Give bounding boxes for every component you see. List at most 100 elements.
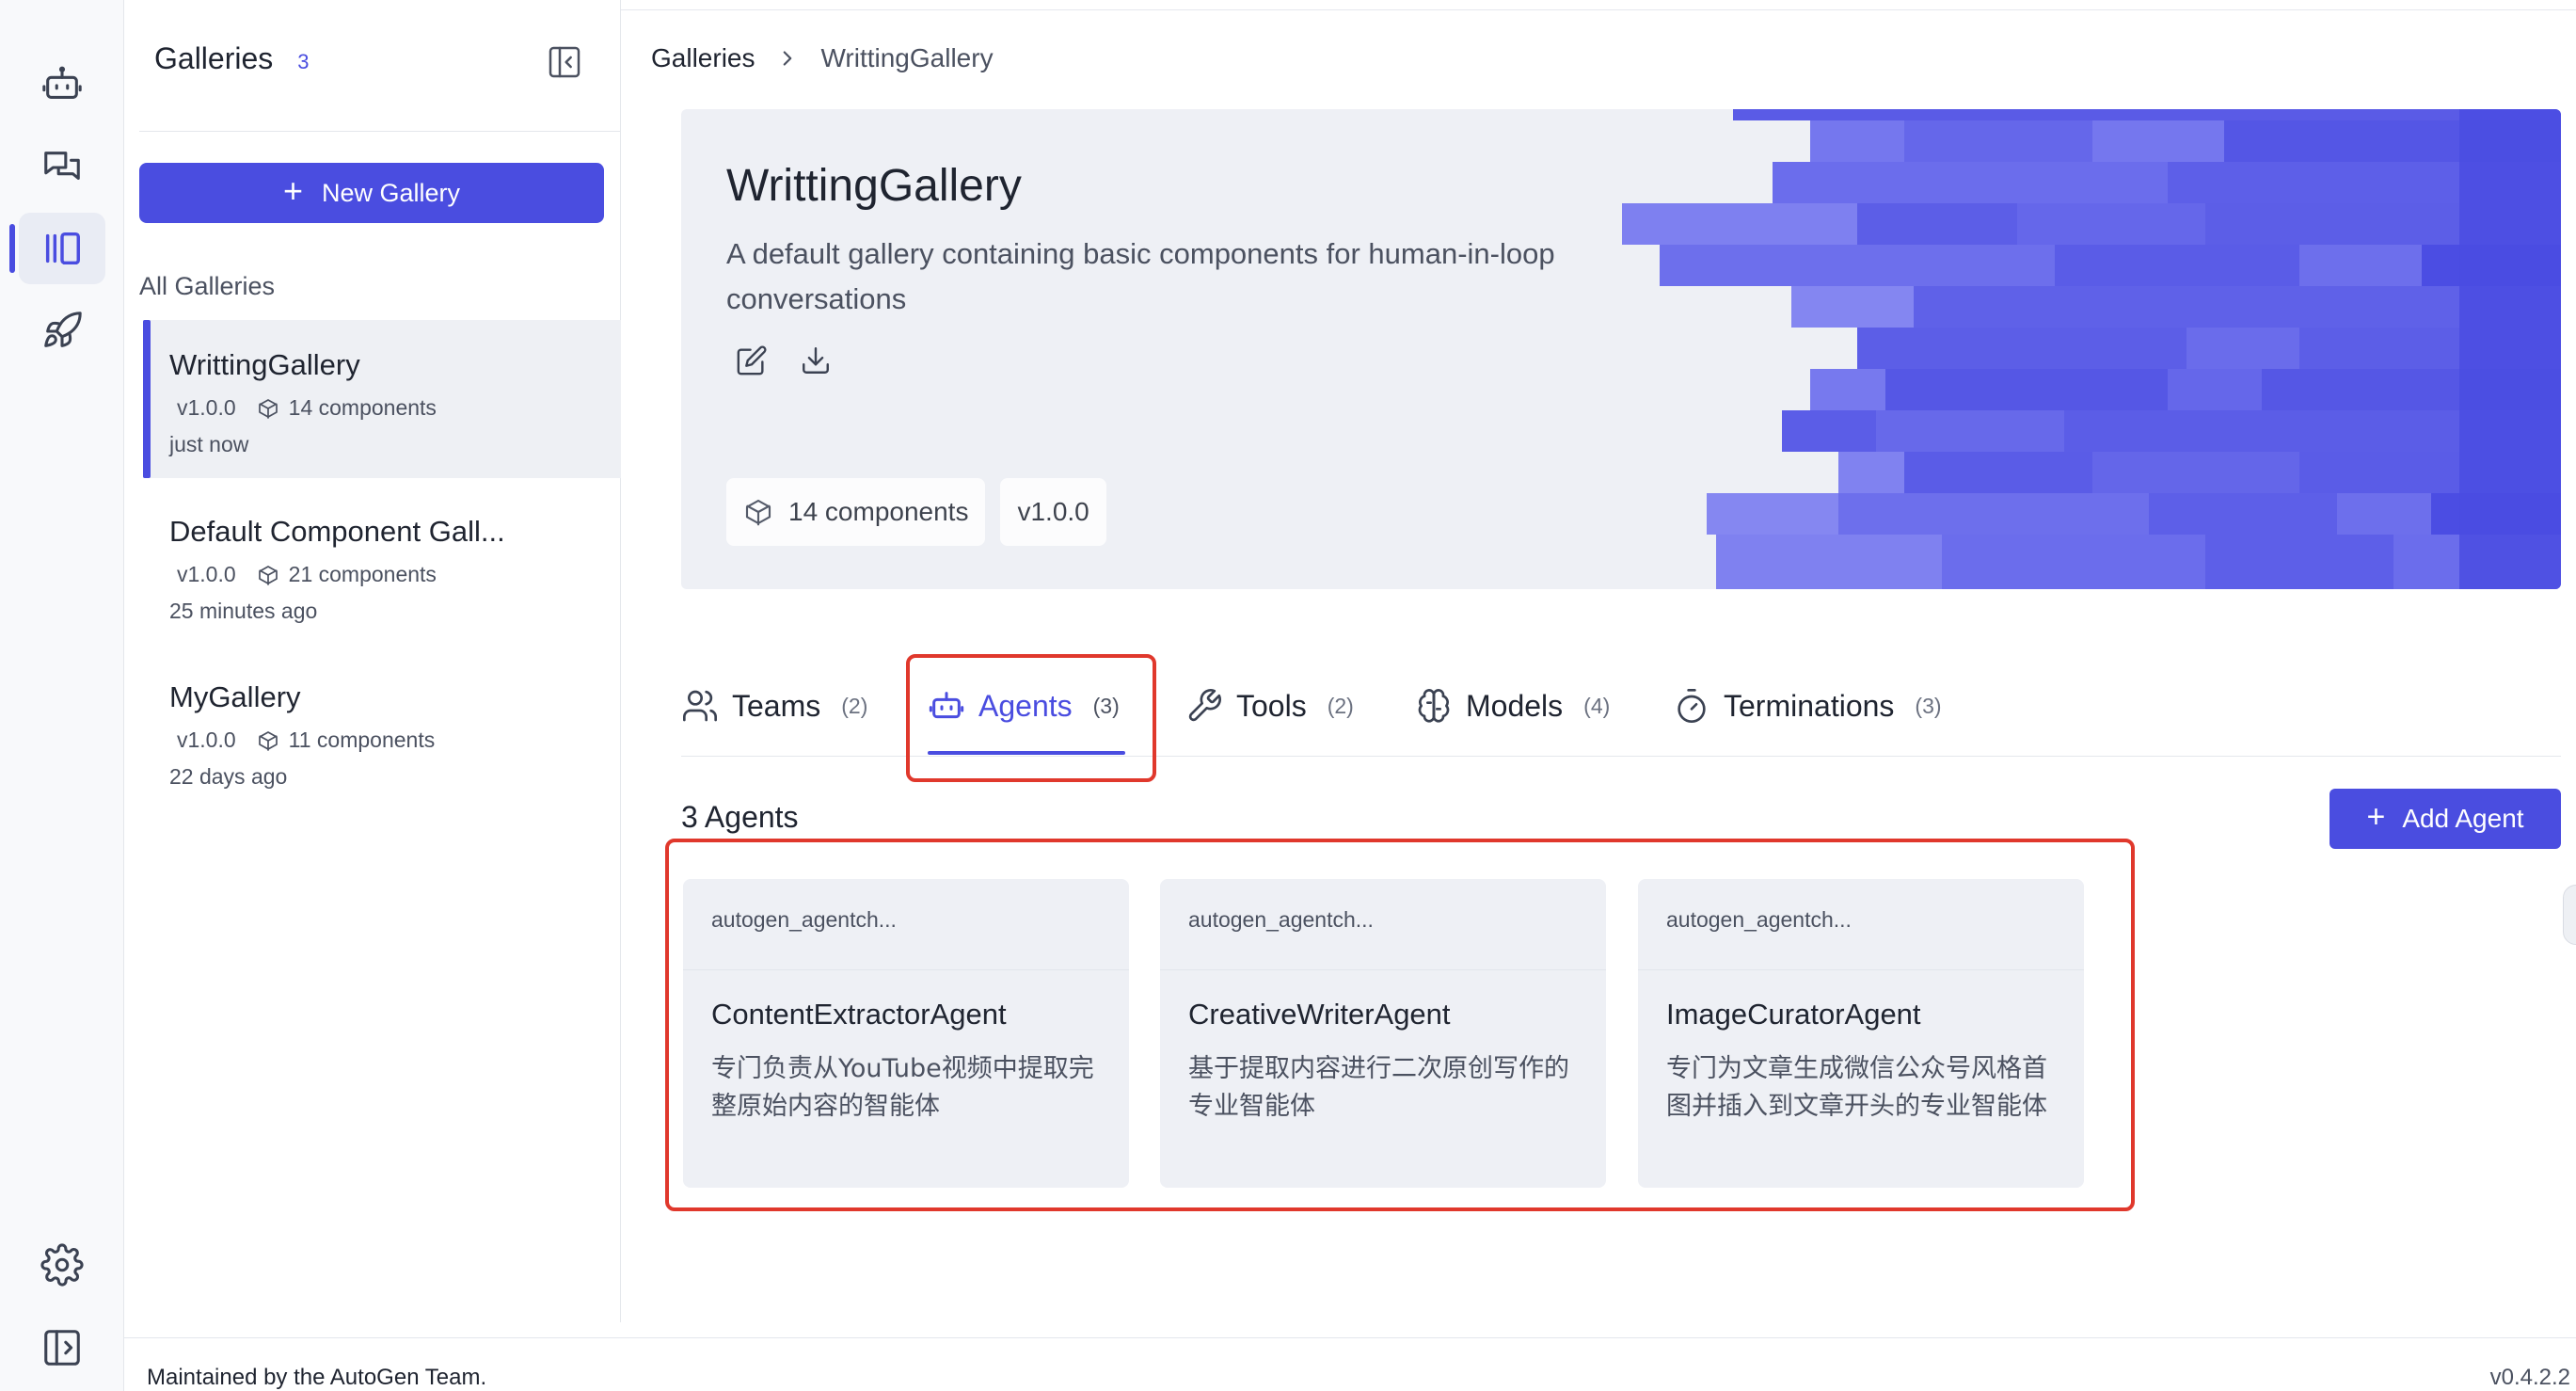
- edit-icon[interactable]: [736, 344, 768, 376]
- card-divider: [683, 969, 1129, 970]
- version-tag-text: v1.0.0: [1017, 497, 1089, 526]
- tab-teams[interactable]: Teams (2): [681, 687, 867, 725]
- agent-card[interactable]: autogen_agentch... ImageCuratorAgent 专门为…: [1638, 879, 2084, 1188]
- side-scroll-handle[interactable]: [2563, 885, 2576, 945]
- agent-description: 专门负责从YouTube视频中提取完整原始内容的智能体: [711, 1054, 1094, 1121]
- agent-description: 基于提取内容进行二次原创写作的专业智能体: [1188, 1054, 1569, 1121]
- card-divider: [1160, 969, 1606, 970]
- add-agent-label: Add Agent: [2402, 804, 2524, 833]
- breadcrumb-current: WrittingGallery: [820, 43, 994, 72]
- package-icon: [745, 499, 771, 526]
- gallery-updated: just now: [169, 432, 249, 456]
- tab-tools[interactable]: Tools (2): [1185, 687, 1354, 725]
- sidebar-divider: [139, 131, 620, 132]
- gallery-components: 11 components: [257, 727, 436, 753]
- agents-heading: 3 Agents: [681, 800, 799, 834]
- gallery-banner: WrittingGallery A default gallery contai…: [681, 109, 2561, 589]
- icon-rail: [0, 0, 124, 1391]
- gallery-item-writting[interactable]: WrittingGallery v1.0.0 14 components jus…: [143, 320, 621, 478]
- deploy-rocket-icon: [44, 312, 82, 347]
- gallery-meta: v1.0.0 21 components: [169, 562, 621, 587]
- tab-models[interactable]: Models (4): [1415, 687, 1610, 725]
- timer-icon: [1678, 689, 1706, 723]
- gallery-description: A default gallery containing basic compo…: [726, 237, 1555, 315]
- footer: Maintained by the AutoGen Team. v0.4.2.2: [124, 1337, 2576, 1391]
- rail-chat-button[interactable]: [19, 132, 105, 203]
- rail-deploy-button[interactable]: [19, 296, 105, 367]
- components-tag-text: 14 components: [788, 497, 969, 526]
- download-icon[interactable]: [800, 344, 832, 376]
- gallery-updated: 22 days ago: [169, 764, 288, 789]
- card-divider: [1638, 969, 2084, 970]
- components-tag: 14 components: [726, 478, 986, 546]
- app-version: v0.4.2.2: [2489, 1365, 2570, 1390]
- agent-name: CreativeWriterAgent: [1188, 998, 1451, 1031]
- gallery-name: MyGallery: [169, 680, 301, 713]
- breadcrumb-root[interactable]: Galleries: [651, 43, 755, 73]
- tab-count: (2): [1327, 693, 1354, 718]
- gallery-item-default[interactable]: Default Component Gall... v1.0.0 21 comp…: [143, 487, 621, 645]
- agent-card[interactable]: autogen_agentch... CreativeWriterAgent 基…: [1160, 879, 1606, 1188]
- breadcrumb: Galleries WrittingGallery: [651, 43, 994, 73]
- tab-label: Models: [1466, 688, 1564, 723]
- footer-credit: Maintained by the AutoGen Team.: [147, 1365, 487, 1390]
- plus-icon: +: [2366, 799, 2386, 835]
- rail-expand-button[interactable]: [19, 1312, 105, 1383]
- gallery-components-text: 21 components: [288, 562, 437, 586]
- sidebar-header: Galleries 3: [154, 41, 310, 76]
- gallery-components-text: 14 components: [288, 395, 437, 420]
- gallery-icon: [45, 232, 80, 265]
- tab-label: Teams: [732, 688, 821, 723]
- agent-card[interactable]: autogen_agentch... ContentExtractorAgent…: [683, 879, 1129, 1188]
- gallery-updated: 25 minutes ago: [169, 599, 318, 623]
- chevron-right-icon: [784, 51, 792, 66]
- agent-provider: autogen_agentch...: [1188, 907, 1374, 932]
- new-gallery-button[interactable]: + New Gallery: [139, 163, 604, 223]
- gallery-tags: 14 components v1.0.0: [726, 478, 1106, 546]
- collapse-sidebar-icon[interactable]: [546, 43, 583, 81]
- gallery-meta: v1.0.0 11 components: [169, 727, 621, 753]
- gallery-version: v1.0.0: [177, 727, 236, 752]
- tab-count: (4): [1583, 693, 1611, 718]
- all-galleries-label: All Galleries: [139, 272, 276, 300]
- tab-label: Tools: [1236, 688, 1307, 723]
- agent-provider: autogen_agentch...: [711, 907, 897, 932]
- wrench-icon: [1188, 689, 1221, 722]
- settings-gear-icon: [40, 1243, 84, 1287]
- agent-provider: autogen_agentch...: [1666, 907, 1852, 932]
- agent-description: 专门为文章生成微信公众号风格首图并插入到文章开头的专业智能体: [1666, 1054, 2047, 1121]
- sidebar-title: Galleries: [154, 41, 274, 75]
- gallery-components-text: 11 components: [288, 727, 436, 752]
- package-icon: [258, 398, 278, 419]
- add-agent-button[interactable]: + Add Agent: [2330, 789, 2561, 849]
- rail-gallery-button[interactable]: [9, 213, 105, 284]
- gallery-version: v1.0.0: [177, 395, 236, 420]
- gallery-title: WrittingGallery: [726, 161, 1022, 211]
- package-icon: [258, 565, 278, 585]
- version-tag: v1.0.0: [1000, 478, 1106, 546]
- agent-name: ContentExtractorAgent: [711, 998, 1007, 1031]
- gallery-item-my[interactable]: MyGallery v1.0.0 11 components 22 days a…: [143, 652, 621, 810]
- rail-settings-button[interactable]: [19, 1229, 105, 1301]
- gallery-meta: v1.0.0 14 components: [169, 395, 621, 421]
- expand-sidebar-icon: [44, 1330, 80, 1366]
- tab-terminations[interactable]: Terminations (3): [1673, 687, 1942, 725]
- gallery-components: 21 components: [257, 562, 437, 587]
- gallery-count-badge: 3: [297, 50, 310, 73]
- gallery-name: WrittingGallery: [169, 348, 360, 381]
- brain-icon: [1418, 689, 1450, 723]
- agent-bot-icon: [42, 66, 82, 99]
- gallery-actions: [736, 344, 832, 376]
- tab-count: (3): [1915, 693, 1942, 718]
- package-icon: [258, 730, 278, 751]
- rail-agent-button[interactable]: [19, 49, 105, 120]
- agent-name: ImageCuratorAgent: [1666, 998, 1921, 1031]
- users-icon: [683, 690, 718, 722]
- tab-label: Terminations: [1724, 688, 1895, 723]
- new-gallery-label: New Gallery: [321, 178, 461, 207]
- tab-count: (2): [841, 693, 868, 718]
- chat-icon: [44, 152, 80, 181]
- gallery-sidebar: Galleries 3 + New Gallery All Galleries …: [124, 0, 621, 1322]
- gallery-components: 14 components: [257, 395, 437, 421]
- plus-icon: +: [282, 171, 303, 210]
